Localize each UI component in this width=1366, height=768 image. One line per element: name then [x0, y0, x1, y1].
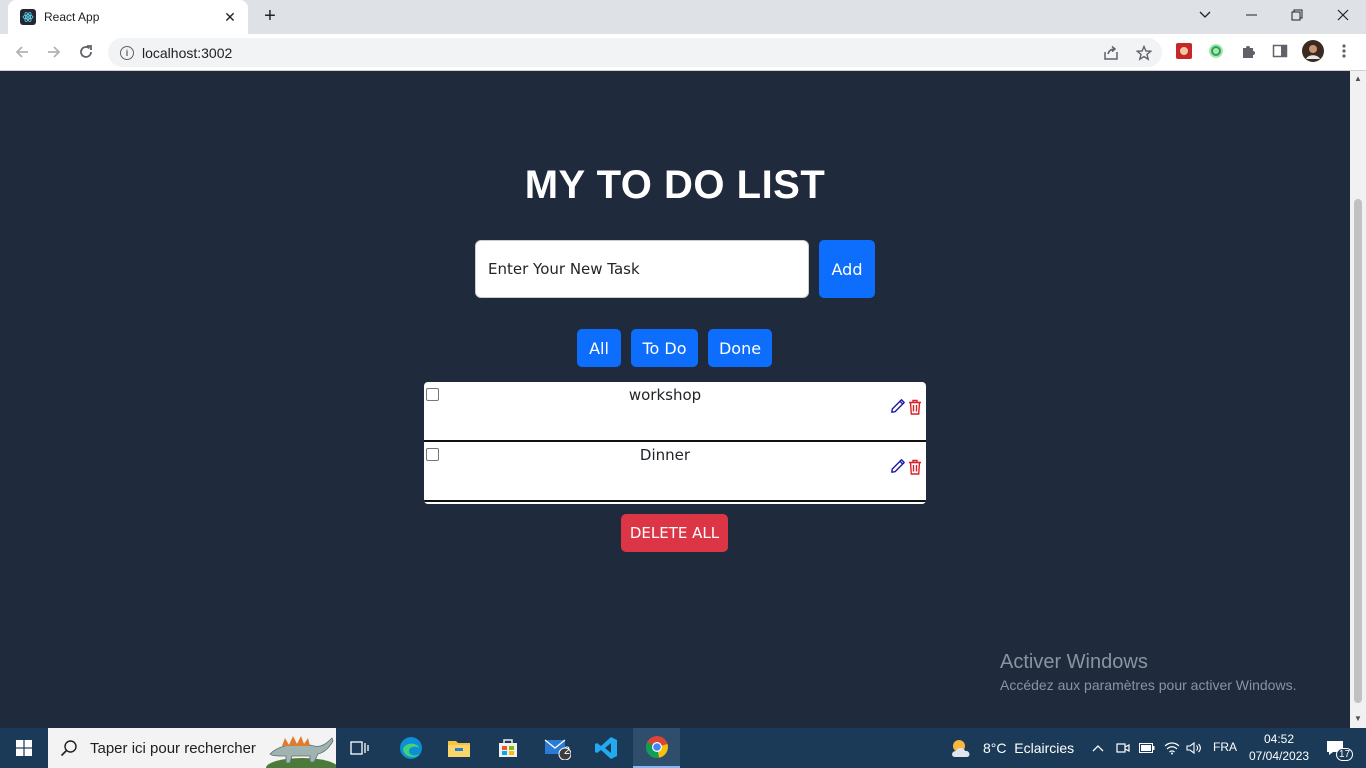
- chrome-icon[interactable]: [633, 728, 680, 768]
- weather-partly-cloudy-icon[interactable]: [948, 728, 976, 768]
- task-list: workshop Dinner: [424, 382, 926, 504]
- weather-text[interactable]: 8°C Eclaircies: [983, 740, 1074, 756]
- restore-button[interactable]: [1274, 0, 1320, 30]
- back-arrow-icon[interactable]: [10, 40, 34, 64]
- browser-toolbar: i localhost:3002: [0, 34, 1366, 71]
- task-row: workshop: [424, 382, 926, 442]
- windows-taskbar: Taper ici pour rechercher 2 8°C Eclairci…: [0, 728, 1366, 768]
- search-placeholder: Taper ici pour rechercher: [90, 739, 256, 757]
- language-indicator[interactable]: FRA: [1213, 740, 1237, 754]
- url-text: localhost:3002: [142, 44, 233, 61]
- react-favicon-icon: [20, 9, 36, 25]
- filter-todo-button[interactable]: To Do: [631, 329, 698, 367]
- file-explorer-icon[interactable]: [437, 728, 481, 768]
- task-row: Dinner: [424, 442, 926, 502]
- mail-icon[interactable]: 2: [535, 728, 579, 768]
- volume-icon[interactable]: [1185, 728, 1203, 768]
- extension-green-icon[interactable]: [1207, 42, 1225, 60]
- windows-start-icon[interactable]: [0, 728, 48, 768]
- meet-now-icon[interactable]: [1115, 728, 1131, 768]
- activation-watermark-title: Activer Windows: [1000, 651, 1148, 673]
- scroll-up-arrow-icon[interactable]: ▲: [1353, 74, 1363, 83]
- browser-tab[interactable]: React App ✕: [8, 0, 248, 34]
- vscode-icon[interactable]: [584, 728, 628, 768]
- page-scrollbar[interactable]: ▲ ▼: [1350, 71, 1366, 728]
- browser-tabstrip: React App ✕ +: [0, 0, 1366, 34]
- filter-all-button[interactable]: All: [577, 329, 621, 367]
- address-bar[interactable]: i localhost:3002: [108, 38, 1162, 67]
- page-title: MY TO DO LIST: [524, 163, 826, 207]
- task-text: workshop: [628, 386, 702, 404]
- activation-watermark-subtitle: Accédez aux paramètres pour activer Wind…: [1000, 677, 1297, 693]
- delete-all-button[interactable]: DELETE ALL: [621, 514, 728, 552]
- clock-time[interactable]: 04:52: [1264, 732, 1294, 746]
- delete-trash-icon[interactable]: [908, 399, 922, 415]
- extension-red-icon[interactable]: [1175, 42, 1193, 60]
- add-task-button[interactable]: Add: [819, 240, 875, 298]
- microsoft-store-icon[interactable]: [486, 728, 530, 768]
- filter-done-button[interactable]: Done: [708, 329, 772, 367]
- tray-chevron-up-icon[interactable]: [1090, 728, 1106, 768]
- edit-pencil-icon[interactable]: [890, 398, 906, 414]
- share-icon[interactable]: [1103, 45, 1119, 61]
- edit-pencil-icon[interactable]: [890, 458, 906, 474]
- mail-badge-count: 2: [564, 745, 571, 757]
- tab-title: React App: [44, 10, 100, 24]
- search-highlight-dinosaur-icon: [266, 736, 336, 768]
- side-panel-icon[interactable]: [1271, 42, 1289, 60]
- tab-close-icon[interactable]: ✕: [222, 9, 238, 26]
- notification-center-icon[interactable]: 17: [1320, 728, 1354, 768]
- taskbar-search-box[interactable]: Taper ici pour rechercher: [48, 728, 336, 768]
- minimize-button[interactable]: [1228, 0, 1274, 30]
- tab-search-chevron-icon[interactable]: [1182, 0, 1228, 30]
- edge-browser-icon[interactable]: [389, 728, 433, 768]
- close-window-button[interactable]: [1320, 0, 1366, 30]
- forward-arrow-icon[interactable]: [42, 40, 66, 64]
- notification-count: 17: [1336, 748, 1354, 761]
- scroll-down-arrow-icon[interactable]: ▼: [1353, 714, 1363, 723]
- battery-icon[interactable]: [1138, 728, 1156, 768]
- new-tab-button[interactable]: +: [258, 6, 282, 28]
- delete-trash-icon[interactable]: [908, 459, 922, 475]
- site-info-icon[interactable]: i: [120, 45, 134, 60]
- profile-avatar[interactable]: [1302, 40, 1324, 62]
- clock-date[interactable]: 07/04/2023: [1249, 749, 1309, 763]
- wifi-icon[interactable]: [1163, 728, 1181, 768]
- search-icon: [60, 740, 77, 757]
- page-content: MY TO DO LIST Add All To Do Done worksho…: [0, 71, 1350, 728]
- bookmark-star-icon[interactable]: [1135, 44, 1153, 61]
- task-text: Dinner: [639, 446, 691, 464]
- browser-menu-icon[interactable]: [1335, 42, 1353, 60]
- reload-icon[interactable]: [74, 40, 98, 64]
- extensions-puzzle-icon[interactable]: [1239, 42, 1257, 60]
- task-view-icon[interactable]: [338, 728, 382, 768]
- new-task-input[interactable]: [475, 240, 809, 298]
- scroll-thumb[interactable]: [1354, 199, 1362, 703]
